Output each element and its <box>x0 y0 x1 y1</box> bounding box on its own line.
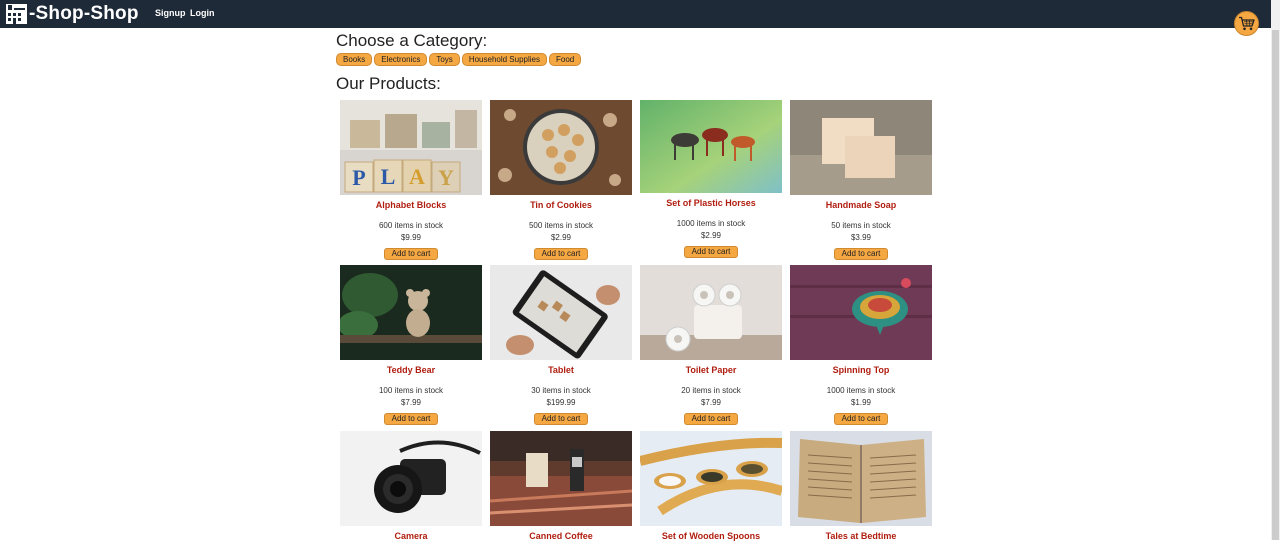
brand-name: -Shop-Shop <box>29 3 139 24</box>
product-name[interactable]: Tablet <box>486 365 636 375</box>
product-stock: 600 items in stock <box>378 221 444 230</box>
product-price: $199.99 <box>546 398 576 407</box>
login-link[interactable]: Login <box>190 8 215 18</box>
add-to-cart-button[interactable]: Add to cart <box>833 413 889 425</box>
product-name[interactable]: Spinning Top <box>786 365 936 375</box>
product-image-handmade-soap[interactable] <box>790 100 932 195</box>
product-card: Camera <box>336 431 486 541</box>
product-card: Toilet Paper 20 items in stock $7.99 Add… <box>636 265 786 426</box>
product-name[interactable]: Alphabet Blocks <box>336 200 486 210</box>
add-to-cart-button[interactable]: Add to cart <box>683 246 739 258</box>
product-price: $2.99 <box>550 233 572 242</box>
shop-building-icon <box>6 4 27 24</box>
product-image-canned-coffee[interactable] <box>490 431 632 526</box>
product-image-tales-at-bedtime[interactable] <box>790 431 932 526</box>
product-name[interactable]: Set of Plastic Horses <box>636 198 786 208</box>
product-card: Tales at Bedtime <box>786 431 936 541</box>
products-heading: Our Products: <box>336 74 441 93</box>
product-stock: 20 items in stock <box>681 386 741 395</box>
product-stock: 1000 items in stock <box>826 386 896 395</box>
product-image-tablet[interactable] <box>490 265 632 360</box>
product-card: Canned Coffee <box>486 431 636 541</box>
svg-text:A: A <box>409 164 425 189</box>
shopping-cart-icon <box>1239 16 1255 31</box>
add-to-cart-button[interactable]: Add to cart <box>383 413 439 425</box>
product-image-teddy-bear[interactable] <box>340 265 482 360</box>
add-to-cart-button[interactable]: Add to cart <box>683 413 739 425</box>
category-food[interactable]: Food <box>548 53 582 66</box>
scrollbar-thumb[interactable] <box>1272 30 1279 540</box>
product-price: $1.99 <box>850 398 872 407</box>
brand-link[interactable]: -Shop-Shop <box>5 3 139 25</box>
product-stock: 50 items in stock <box>831 221 891 230</box>
product-card: Handmade Soap 50 items in stock $3.99 Ad… <box>786 100 936 261</box>
svg-text:L: L <box>381 164 396 189</box>
product-card: Set of Wooden Spoons <box>636 431 786 541</box>
product-name[interactable]: Toilet Paper <box>636 365 786 375</box>
add-to-cart-button[interactable]: Add to cart <box>533 413 589 425</box>
add-to-cart-button[interactable]: Add to cart <box>383 248 439 260</box>
product-price: $9.99 <box>400 233 422 242</box>
product-price: $2.99 <box>700 231 722 240</box>
product-image-wooden-spoons[interactable] <box>640 431 782 526</box>
category-toys[interactable]: Toys <box>429 53 460 66</box>
add-to-cart-button[interactable]: Add to cart <box>833 248 889 260</box>
navbar: -Shop-Shop Signup Login <box>0 0 1280 28</box>
signup-link[interactable]: Signup <box>155 8 186 18</box>
product-stock: 500 items in stock <box>528 221 594 230</box>
add-to-cart-button[interactable]: Add to cart <box>533 248 589 260</box>
svg-text:P: P <box>352 165 365 190</box>
product-price: $3.99 <box>850 233 872 242</box>
product-card: Set of Plastic Horses 1000 items in stoc… <box>636 100 786 259</box>
product-image-camera[interactable] <box>340 431 482 526</box>
svg-text:Y: Y <box>438 165 454 190</box>
product-price: $7.99 <box>700 398 722 407</box>
product-price: $7.99 <box>400 398 422 407</box>
product-image-tin-of-cookies[interactable] <box>490 100 632 195</box>
product-name[interactable]: Teddy Bear <box>336 365 486 375</box>
product-card: Tin of Cookies 500 items in stock $2.99 … <box>486 100 636 261</box>
category-books[interactable]: Books <box>336 53 373 66</box>
product-card: Tablet 30 items in stock $199.99 Add to … <box>486 265 636 426</box>
product-stock: 30 items in stock <box>531 386 591 395</box>
product-card: Teddy Bear 100 items in stock $7.99 Add … <box>336 265 486 426</box>
cart-button[interactable] <box>1234 11 1259 36</box>
product-stock: 100 items in stock <box>378 386 444 395</box>
category-list: Books Electronics Toys Household Supplie… <box>336 53 582 66</box>
product-image-alphabet-blocks[interactable]: P L A Y <box>340 100 482 195</box>
product-stock: 1000 items in stock <box>676 219 746 228</box>
product-image-plastic-horses[interactable] <box>640 100 782 193</box>
product-image-toilet-paper[interactable] <box>640 265 782 360</box>
product-card: P L A Y Alphabet Blocks 600 items in sto… <box>336 100 486 261</box>
category-electronics[interactable]: Electronics <box>374 53 428 66</box>
product-card: Spinning Top 1000 items in stock $1.99 A… <box>786 265 936 426</box>
category-household-supplies[interactable]: Household Supplies <box>461 53 547 66</box>
product-image-spinning-top[interactable] <box>790 265 932 360</box>
product-name[interactable]: Handmade Soap <box>786 200 936 210</box>
product-name[interactable]: Tin of Cookies <box>486 200 636 210</box>
category-heading: Choose a Category: <box>336 31 488 50</box>
